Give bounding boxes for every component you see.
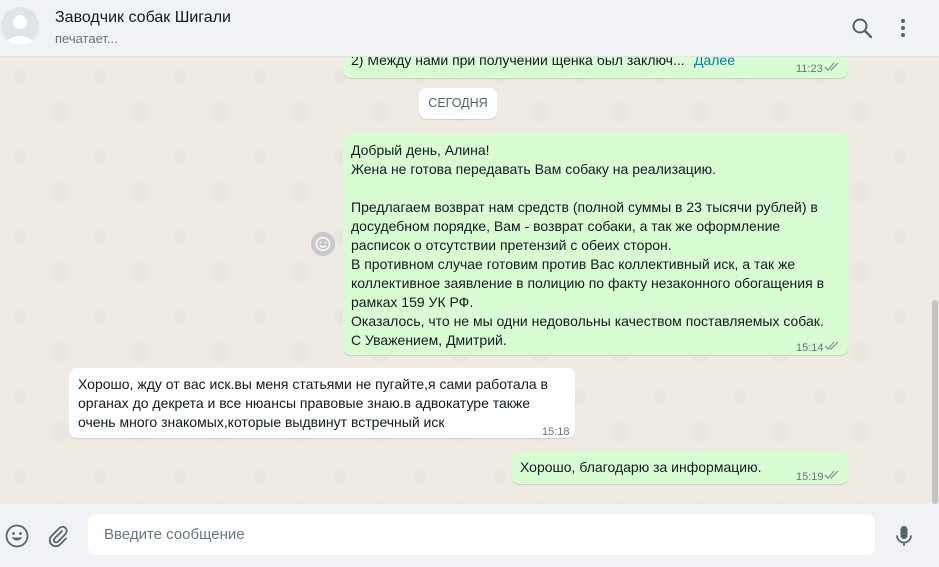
message-line: Предлагаем возврат нам средств (полной с…: [351, 199, 818, 215]
message-line: очень много знакомых,которые выдвинут вс…: [78, 414, 445, 430]
avatar-placeholder-icon: [1, 7, 39, 45]
attach-icon[interactable]: [45, 523, 71, 549]
read-ticks-icon: [824, 62, 839, 71]
message-line: Добрый день, Алина!: [351, 142, 490, 158]
read-more-link[interactable]: Далее: [694, 57, 735, 70]
message-line: органах до декрета и все нюансы правовые…: [78, 395, 531, 411]
message-input-box[interactable]: [88, 514, 875, 555]
message-outgoing-1[interactable]: Добрый день, Алина! Жена не готова перед…: [343, 133, 848, 355]
message-composer: [0, 504, 939, 567]
message-time: 15:14: [796, 342, 824, 354]
message-line: коллективное заявление в полицию по факт…: [351, 275, 825, 291]
message-1-text: Добрый день, Алина! Жена не готова перед…: [351, 141, 824, 350]
message-line: Оказалось, что не мы одни недовольны кач…: [351, 313, 824, 329]
message-prev-text: 2) Между нами при получении щенка был за…: [351, 57, 685, 68]
typing-status: печатает...: [55, 31, 118, 46]
message-time: 11:23: [796, 63, 823, 75]
message-time: 15:19: [796, 471, 824, 483]
message-3-text: Хорошо, благодарю за информацию.: [520, 459, 762, 475]
menu-dots-icon[interactable]: [891, 16, 915, 40]
contact-avatar[interactable]: [1, 7, 39, 45]
message-input[interactable]: [104, 514, 844, 555]
chat-area: 2) Между нами при получении щенка был за…: [0, 57, 931, 504]
message-line: Жена не готова передавать Вам собаку на …: [351, 161, 716, 177]
message-line: расписок о отсутствии претензий с обеих …: [351, 237, 672, 253]
message-prev[interactable]: 2) Между нами при получении щенка был за…: [343, 57, 848, 78]
message-time: 15:18: [542, 426, 570, 438]
message-line: Хорошо, жду от вас иск.вы меня статьями …: [78, 376, 548, 392]
message-line: рамках 159 УК РФ.: [351, 294, 474, 310]
message-line: В противном случае готовим против Вас ко…: [351, 256, 796, 272]
contact-name[interactable]: Заводчик собак Шигали: [55, 9, 231, 27]
message-2-text: Хорошо, жду от вас иск.вы меня статьями …: [78, 375, 548, 432]
message-outgoing-2[interactable]: Хорошо, благодарю за информацию. 15:19: [512, 452, 848, 484]
search-icon[interactable]: [850, 16, 874, 40]
read-ticks-icon: [824, 341, 839, 350]
date-divider: СЕГОДНЯ: [419, 88, 497, 119]
microphone-icon[interactable]: [891, 523, 917, 549]
message-line: [351, 179, 824, 198]
message-line: С Уважением, Дмитрий.: [351, 332, 507, 348]
read-ticks-icon: [824, 470, 839, 479]
emoji-icon[interactable]: [4, 523, 30, 549]
chat-header: Заводчик собак Шигали печатает...: [0, 0, 939, 57]
message-line: досудебном порядке, Вам - возврат собаки…: [351, 218, 781, 234]
message-incoming-1[interactable]: Хорошо, жду от вас иск.вы меня статьями …: [69, 368, 575, 438]
reaction-smiley-icon[interactable]: [311, 232, 335, 256]
chat-scrollbar-thumb[interactable]: [932, 300, 938, 504]
